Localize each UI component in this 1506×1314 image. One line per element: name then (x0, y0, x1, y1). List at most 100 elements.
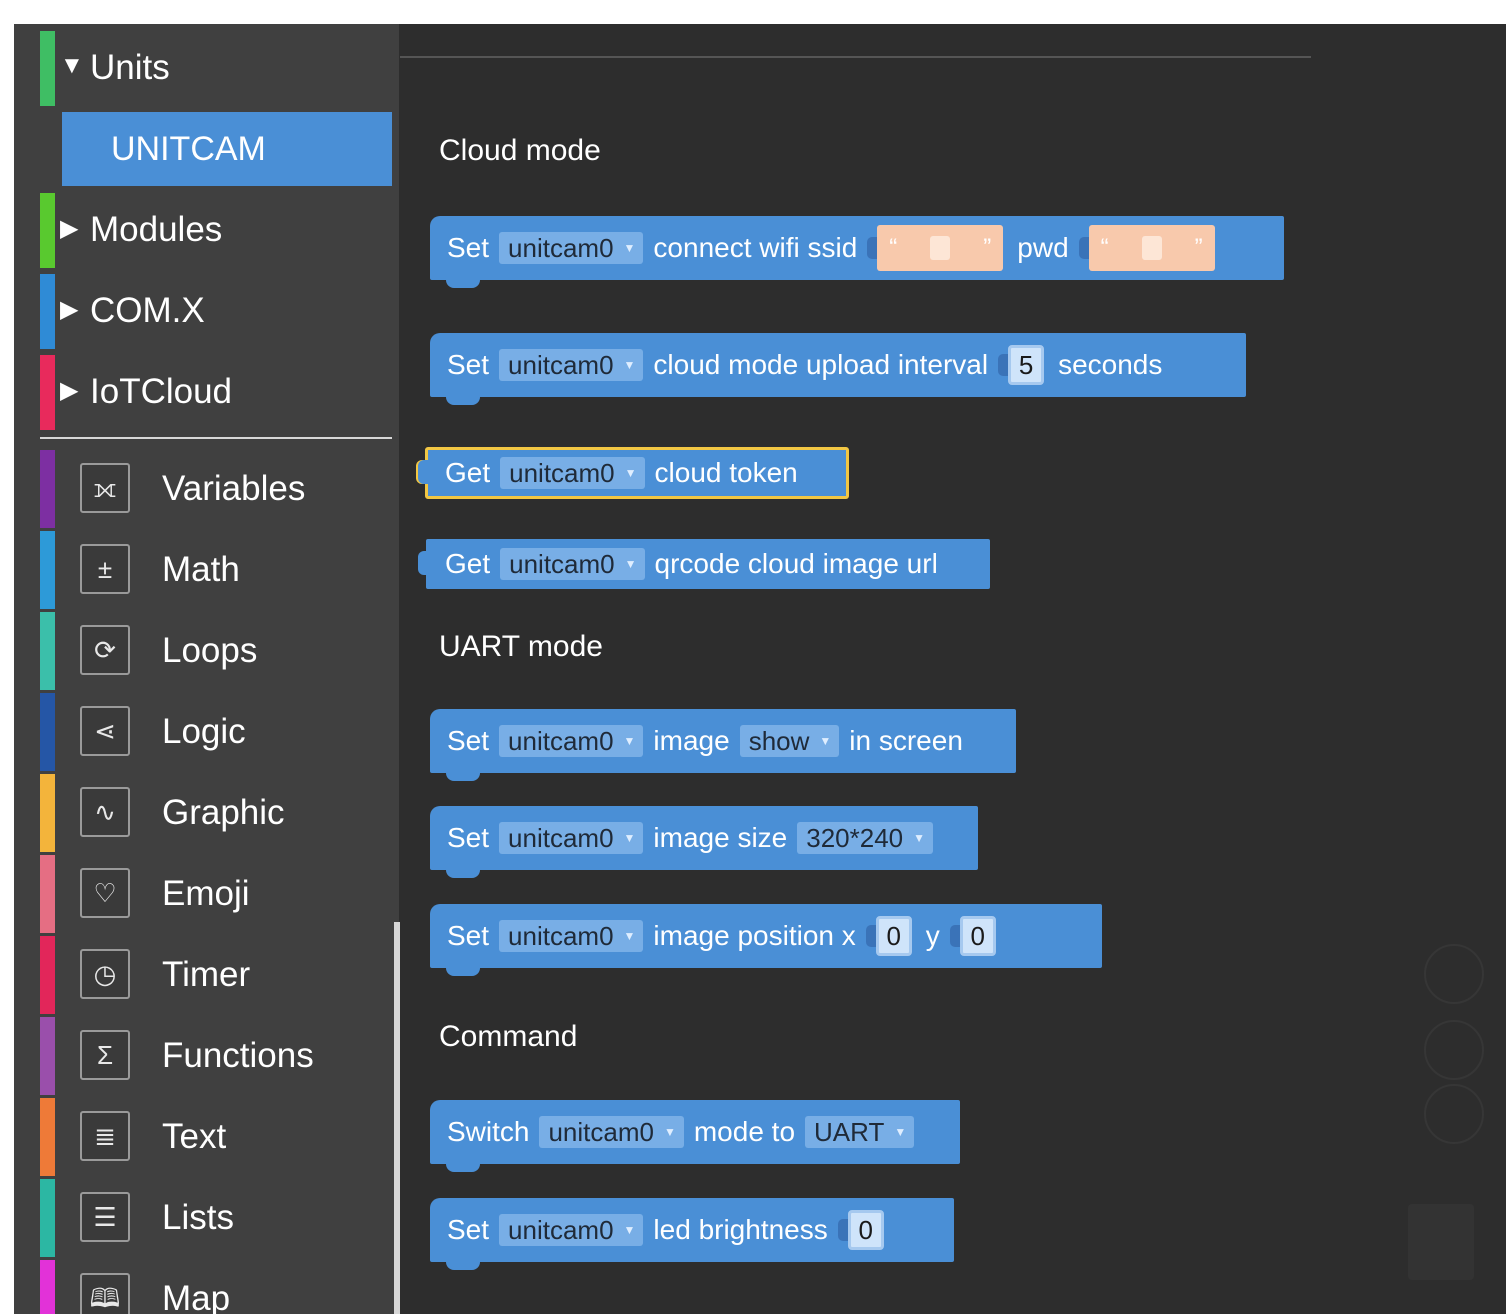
category-color-bar (40, 355, 55, 430)
toolbox-separator (40, 437, 392, 439)
blockly-workspace[interactable]: ▼ Units UNITCAM ▶ Modules ▶ COM.X ▶ IoTC… (14, 24, 1506, 1314)
category-map[interactable]: 🕮 Map (40, 1260, 392, 1314)
category-color-bar (40, 31, 55, 106)
socket-notch (998, 354, 1009, 376)
block-image-position[interactable]: Set unitcam0 ▼ image position x 0 y 0 (430, 904, 1102, 976)
block-image-show[interactable]: Set unitcam0 ▼ image show ▼ in screen (430, 709, 1016, 781)
ssid-string-block[interactable]: “ ” (877, 225, 1004, 271)
block-keyword: Set (447, 725, 490, 756)
math-icon: ± (80, 544, 130, 594)
block-keyword: Set (447, 232, 490, 263)
brightness-input-socket[interactable]: 0 (837, 1210, 884, 1250)
zoom-in-icon[interactable] (1424, 1020, 1484, 1080)
socket-notch (865, 925, 876, 947)
flyout-top-divider (400, 56, 1311, 58)
device-dropdown[interactable]: unitcam0 ▼ (499, 349, 644, 381)
block-connect-wifi[interactable]: Set unitcam0 ▼ connect wifi ssid “ ” pwd … (430, 216, 1284, 288)
chevron-down-icon: ▼ (623, 734, 636, 748)
ssid-text-field[interactable] (930, 236, 951, 260)
pwd-string-block[interactable]: “ ” (1088, 225, 1215, 271)
toolbox-scrollbar[interactable] (394, 922, 400, 1314)
category-math[interactable]: ± Math (40, 531, 392, 609)
category-color-bar (40, 531, 55, 609)
device-dropdown[interactable]: unitcam0 ▼ (499, 725, 644, 757)
category-modules[interactable]: ▶ Modules (40, 190, 392, 268)
block-image-size[interactable]: Set unitcam0 ▼ image size 320*240 ▼ (430, 806, 978, 878)
block-switch-mode[interactable]: Switch unitcam0 ▼ mode to UART ▼ (430, 1100, 960, 1172)
block-text: cloud mode upload interval (653, 349, 989, 380)
trash-icon[interactable] (1408, 1204, 1474, 1280)
device-dropdown[interactable]: unitcam0 ▼ (499, 920, 644, 952)
category-functions[interactable]: Σ Functions (40, 1017, 392, 1095)
y-number-field[interactable]: 0 (959, 916, 996, 956)
category-unitcam[interactable]: UNITCAM (62, 112, 392, 186)
interval-input-socket[interactable]: 5 (998, 345, 1045, 385)
x-number-field[interactable]: 0 (875, 916, 912, 956)
block-text: in screen (849, 725, 963, 756)
category-emoji[interactable]: ♡ Emoji (40, 855, 392, 933)
expand-arrow-icon: ▼ (60, 52, 84, 79)
loops-icon: ⟳ (80, 625, 130, 675)
interval-number-field[interactable]: 5 (1008, 345, 1045, 385)
block-keyword: Set (447, 822, 490, 853)
block-upload-interval[interactable]: Set unitcam0 ▼ cloud mode upload interval… (430, 333, 1246, 405)
y-input-socket[interactable]: 0 (949, 916, 996, 956)
category-comx[interactable]: ▶ COM.X (40, 271, 392, 349)
block-text: connect wifi ssid (653, 232, 858, 263)
block-keyword: Set (447, 349, 490, 380)
block-led-brightness[interactable]: Set unitcam0 ▼ led brightness 0 (430, 1198, 954, 1270)
emoji-icon: ♡ (80, 868, 130, 918)
device-dropdown[interactable]: unitcam0 ▼ (499, 1214, 644, 1246)
category-loops[interactable]: ⟳ Loops (40, 612, 392, 690)
block-text: image (653, 725, 730, 756)
category-color-bar (40, 612, 55, 690)
category-units[interactable]: ▼ Units (40, 28, 392, 106)
chevron-down-icon: ▼ (894, 1125, 907, 1139)
category-iotcloud[interactable]: ▶ IoTCloud (40, 352, 392, 430)
block-text: image position x (653, 920, 856, 951)
zoom-out-icon[interactable] (1424, 1084, 1484, 1144)
device-dropdown[interactable]: unitcam0 ▼ (500, 548, 645, 580)
category-color-bar (40, 774, 55, 852)
section-label-uart-mode: UART mode (439, 630, 603, 663)
x-input-socket[interactable]: 0 (865, 916, 912, 956)
category-label: Variables (162, 469, 306, 508)
category-label: Units (90, 48, 170, 87)
block-text: pwd (1017, 232, 1069, 263)
variables-icon: ⟗ (80, 463, 130, 513)
category-color-bar (40, 693, 55, 771)
category-logic[interactable]: ⋖ Logic (40, 693, 392, 771)
category-label: Logic (162, 712, 246, 751)
device-dropdown[interactable]: unitcam0 ▼ (499, 822, 644, 854)
pwd-text-field[interactable] (1141, 236, 1162, 260)
chevron-down-icon: ▼ (913, 831, 926, 845)
category-timer[interactable]: ◷ Timer (40, 936, 392, 1014)
open-quote-icon: “ (1100, 234, 1109, 261)
size-option-dropdown[interactable]: 320*240 ▼ (797, 822, 934, 854)
recenter-icon[interactable] (1424, 944, 1484, 1004)
category-label: COM.X (90, 291, 205, 330)
pwd-input-socket[interactable]: “ ” (1078, 225, 1215, 271)
ssid-input-socket[interactable]: “ ” (867, 225, 1004, 271)
brightness-number-field[interactable]: 0 (847, 1210, 884, 1250)
chevron-down-icon: ▼ (623, 358, 636, 372)
category-label: Modules (90, 210, 223, 249)
block-get-cloud-token[interactable]: Get unitcam0 ▼ cloud token (418, 447, 849, 499)
block-get-qrcode-url[interactable]: Get unitcam0 ▼ qrcode cloud image url (418, 539, 990, 589)
logic-icon: ⋖ (80, 706, 130, 756)
block-keyword: Switch (447, 1116, 530, 1147)
chevron-down-icon: ▼ (819, 734, 832, 748)
category-label: UNITCAM (111, 130, 266, 168)
category-variables[interactable]: ⟗ Variables (40, 450, 392, 528)
section-label-command: Command (439, 1020, 578, 1053)
show-option-dropdown[interactable]: show ▼ (739, 725, 840, 757)
lists-icon: ☰ (80, 1192, 130, 1242)
category-lists[interactable]: ☰ Lists (40, 1179, 392, 1257)
chevron-down-icon: ▼ (623, 1223, 636, 1237)
category-graphic[interactable]: ∿ Graphic (40, 774, 392, 852)
device-dropdown[interactable]: unitcam0 ▼ (499, 232, 644, 264)
device-dropdown[interactable]: unitcam0 ▼ (539, 1116, 684, 1148)
device-dropdown[interactable]: unitcam0 ▼ (500, 457, 645, 489)
mode-option-dropdown[interactable]: UART ▼ (805, 1116, 915, 1148)
category-text[interactable]: ≣ Text (40, 1098, 392, 1176)
